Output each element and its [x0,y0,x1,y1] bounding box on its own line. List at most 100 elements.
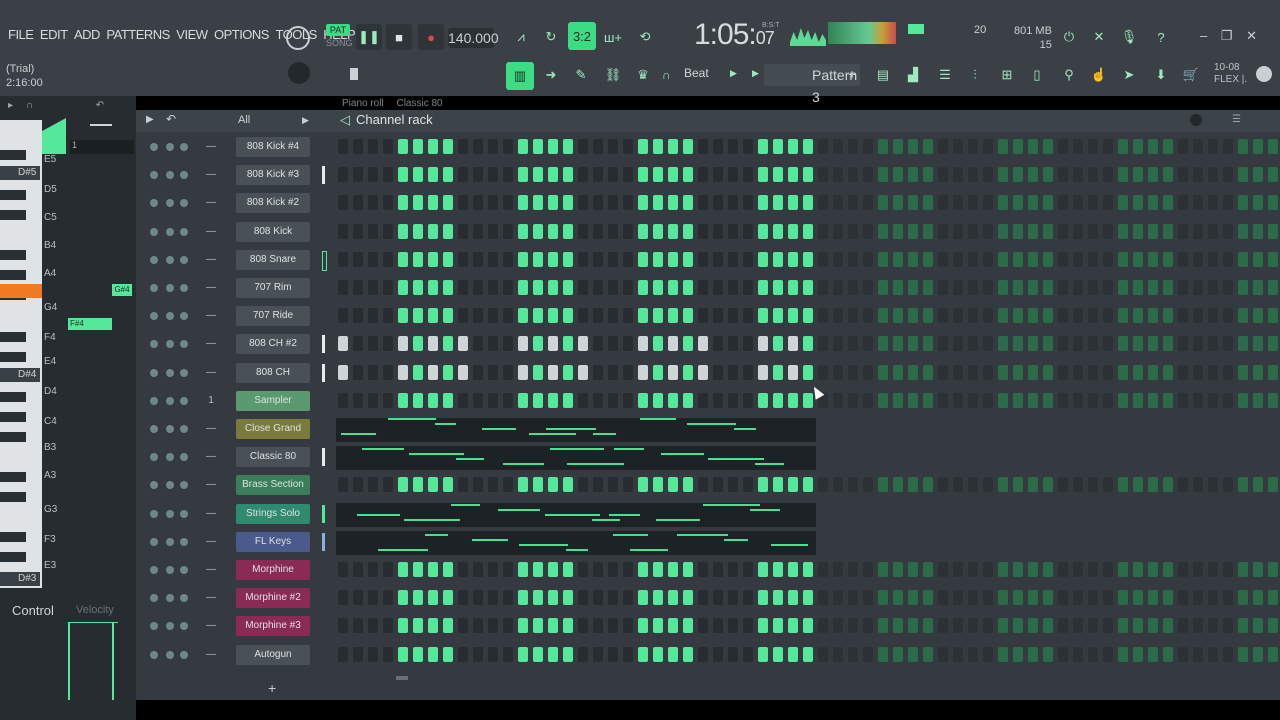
rack-scrollbar[interactable] [396,676,408,680]
step-button[interactable] [878,223,888,239]
logo-icon[interactable] [1256,66,1272,82]
selection-bar[interactable] [322,335,325,354]
step-button[interactable] [1223,223,1233,239]
step-button[interactable] [548,280,558,295]
step-button[interactable] [968,336,978,352]
step-button[interactable] [923,646,933,662]
step-button[interactable] [728,223,738,239]
shop-button[interactable]: 🛒 [1178,62,1204,88]
step-button[interactable] [1073,364,1083,380]
step-button[interactable] [488,392,498,408]
step-button[interactable] [983,618,993,634]
tools-button[interactable]: ✕ [1086,24,1112,50]
step-button[interactable] [578,167,588,183]
step-button[interactable] [1163,308,1173,324]
step-button[interactable] [653,590,663,606]
tab-piano-roll[interactable]: Piano roll [342,98,384,109]
step-button[interactable] [878,562,888,577]
step-button[interactable] [458,167,468,183]
step-button[interactable] [623,167,633,183]
step-button[interactable] [593,195,603,211]
note-bar[interactable] [724,538,748,541]
step-button[interactable] [1133,562,1143,577]
step-button[interactable] [998,223,1008,239]
mute-led[interactable] [150,171,158,180]
note-bar[interactable] [661,453,704,456]
step-button[interactable] [563,562,573,577]
volume-knob[interactable] [180,143,188,151]
step-button[interactable] [833,562,843,577]
step-button[interactable] [1208,364,1218,380]
step-button[interactable] [638,308,648,324]
step-button[interactable] [848,251,858,267]
minimize-icon[interactable]: – [1200,28,1207,43]
volume-knob[interactable] [180,650,188,659]
step-button[interactable] [938,167,948,183]
pan-knob[interactable] [166,453,174,462]
tempo-display[interactable]: 140.000 [448,28,499,48]
note-bar[interactable] [640,418,676,420]
step-button[interactable] [773,646,783,662]
step-button[interactable] [998,195,1008,211]
step-button[interactable] [518,392,528,408]
mute-led[interactable] [150,425,158,433]
menu-add[interactable]: ADD [74,27,100,42]
step-button[interactable] [1268,392,1278,408]
step-button[interactable] [1268,251,1278,267]
step-button[interactable] [863,646,873,662]
plugin-button[interactable]: ⚲ [1056,62,1082,88]
step-button[interactable] [473,562,483,577]
note-bar[interactable] [456,458,484,461]
step-button[interactable] [1088,336,1098,352]
step-button[interactable] [1028,167,1038,183]
step-button[interactable] [638,336,648,352]
step-button[interactable] [743,618,753,634]
pan-knob[interactable] [166,340,174,349]
step-button[interactable] [1223,280,1233,295]
step-button[interactable] [593,562,603,577]
step-button[interactable] [1193,195,1203,211]
step-button[interactable] [728,251,738,267]
step-button[interactable] [518,477,528,493]
step-button[interactable] [848,280,858,295]
step-button[interactable] [338,195,348,211]
step-button[interactable] [458,618,468,634]
step-button[interactable] [368,251,378,267]
step-button[interactable] [533,562,543,577]
step-button[interactable] [548,364,558,380]
step-button[interactable] [563,139,573,154]
step-button[interactable] [383,336,393,352]
step-button[interactable] [383,364,393,380]
step-button[interactable] [713,477,723,493]
step-button[interactable] [773,195,783,211]
step-button[interactable] [368,618,378,634]
step-button[interactable] [623,336,633,352]
add-pattern-button[interactable]: + [848,66,856,82]
note-bar[interactable] [362,448,404,451]
step-button[interactable] [1208,280,1218,295]
note-bar[interactable] [482,428,516,430]
download-button[interactable]: ⬇ [1148,62,1174,88]
step-button[interactable] [353,139,363,154]
step-button[interactable] [698,618,708,634]
step-button[interactable] [878,646,888,662]
step-button[interactable] [623,646,633,662]
step-button[interactable] [473,590,483,606]
step-button[interactable] [833,195,843,211]
channel-button[interactable]: Morphine [236,560,310,580]
step-button[interactable] [773,392,783,408]
step-button[interactable] [1253,308,1263,324]
step-button[interactable] [368,139,378,154]
step-button[interactable] [623,590,633,606]
step-button[interactable] [1103,392,1113,408]
piano-roll-window-button[interactable]: ▟ [900,62,926,88]
step-button[interactable] [758,618,768,634]
step-button[interactable] [923,308,933,324]
step-button[interactable] [893,223,903,239]
mixer-route[interactable]: — [200,648,222,662]
step-button[interactable] [1028,280,1038,295]
velocity-bar-1[interactable] [68,622,70,700]
step-button[interactable] [1013,590,1023,606]
mute-led[interactable] [150,396,158,405]
step-button[interactable] [1253,251,1263,267]
